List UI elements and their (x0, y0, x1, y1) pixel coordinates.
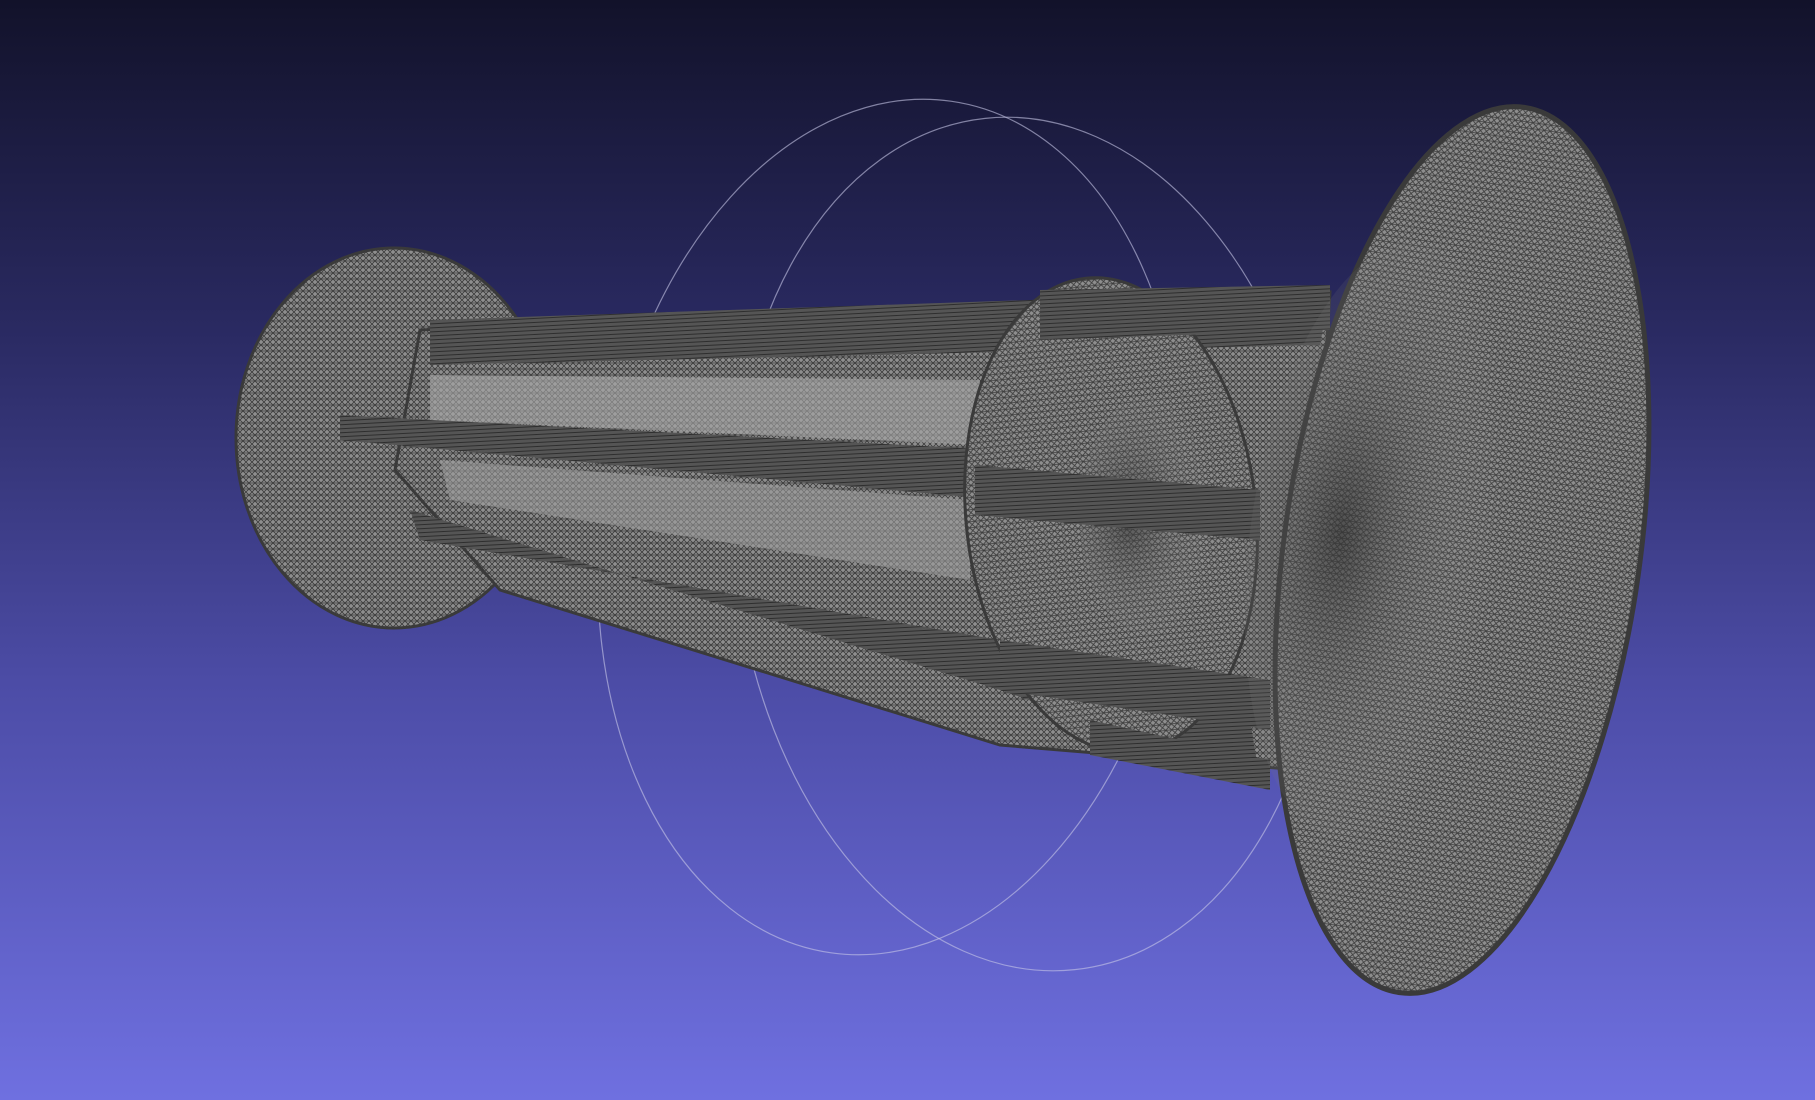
mesh-render (234, 98, 1652, 996)
3d-viewport[interactable] (0, 0, 1815, 1100)
